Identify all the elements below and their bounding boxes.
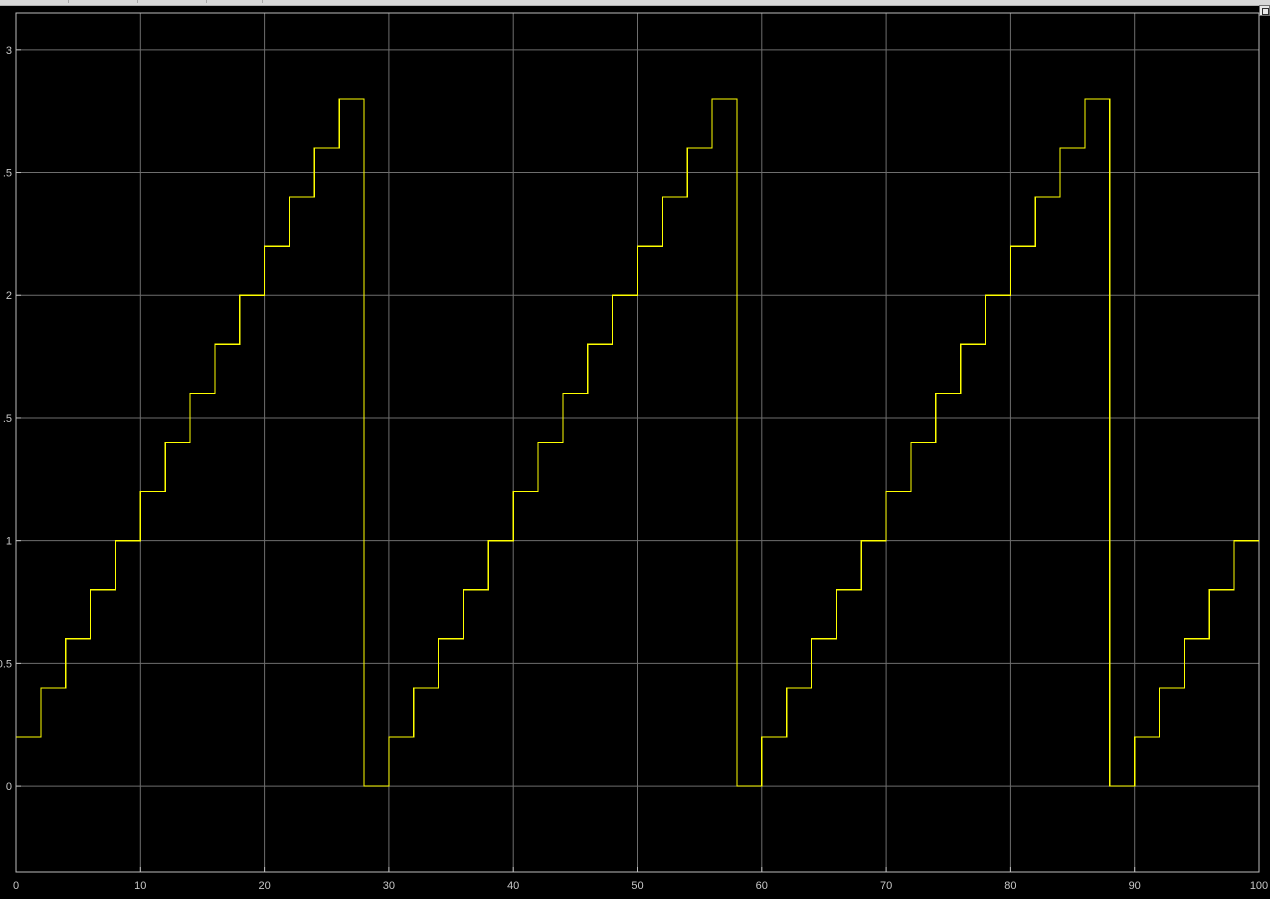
x-tick-label: 60 bbox=[756, 880, 768, 892]
y-tick-label: 2 bbox=[6, 290, 12, 302]
x-tick-label: 40 bbox=[507, 880, 519, 892]
x-tick-label: 70 bbox=[880, 880, 892, 892]
y-tick-label: .5 bbox=[3, 168, 12, 180]
y-tick-label: .5 bbox=[3, 413, 12, 425]
x-tick-label: 50 bbox=[631, 880, 643, 892]
scope-plot: 0 10 20 30 40 50 60 70 80 90 100 0 0.5 1 .5 2 .5 3 bbox=[0, 12, 1268, 892]
x-tick-label: 10 bbox=[134, 880, 146, 892]
scope-window: 0 10 20 30 40 50 60 70 80 90 100 0 0.5 1 .5 2 .5 3 bbox=[0, 0, 1270, 899]
x-tick-label: 90 bbox=[1129, 880, 1141, 892]
y-tick-label: 3 bbox=[6, 45, 12, 57]
x-tick-label: 80 bbox=[1004, 880, 1016, 892]
x-tick-label: 30 bbox=[383, 880, 395, 892]
y-tick-label: 0 bbox=[6, 781, 12, 793]
x-tick-label: 100 bbox=[1250, 880, 1268, 892]
x-tick-label: 20 bbox=[258, 880, 270, 892]
y-tick-label: 0.5 bbox=[0, 658, 12, 670]
x-tick-label: 0 bbox=[13, 880, 19, 892]
y-tick-label: 1 bbox=[6, 536, 12, 548]
